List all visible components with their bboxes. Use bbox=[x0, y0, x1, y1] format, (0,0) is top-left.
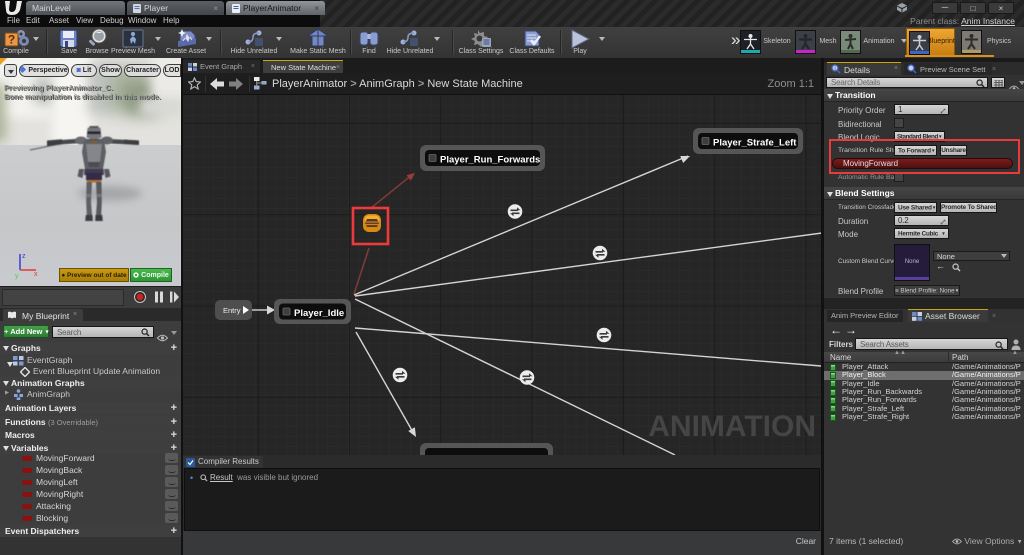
svg-text:Player_Run_Forwards: Player_Run_Forwards bbox=[440, 155, 540, 166]
svg-text:z: z bbox=[22, 253, 26, 260]
svg-text:Player_Strafe_Left: Player_Strafe_Left bbox=[713, 138, 797, 149]
svg-text:x: x bbox=[34, 271, 38, 278]
svg-text:y: y bbox=[15, 273, 19, 280]
svg-text:Entry: Entry bbox=[223, 306, 241, 315]
svg-text:ANIMATION: ANIMATION bbox=[648, 410, 816, 443]
svg-text:Player_Idle: Player_Idle bbox=[294, 308, 344, 319]
svg-text:i: i bbox=[834, 66, 835, 72]
svg-text:?: ? bbox=[8, 33, 15, 47]
